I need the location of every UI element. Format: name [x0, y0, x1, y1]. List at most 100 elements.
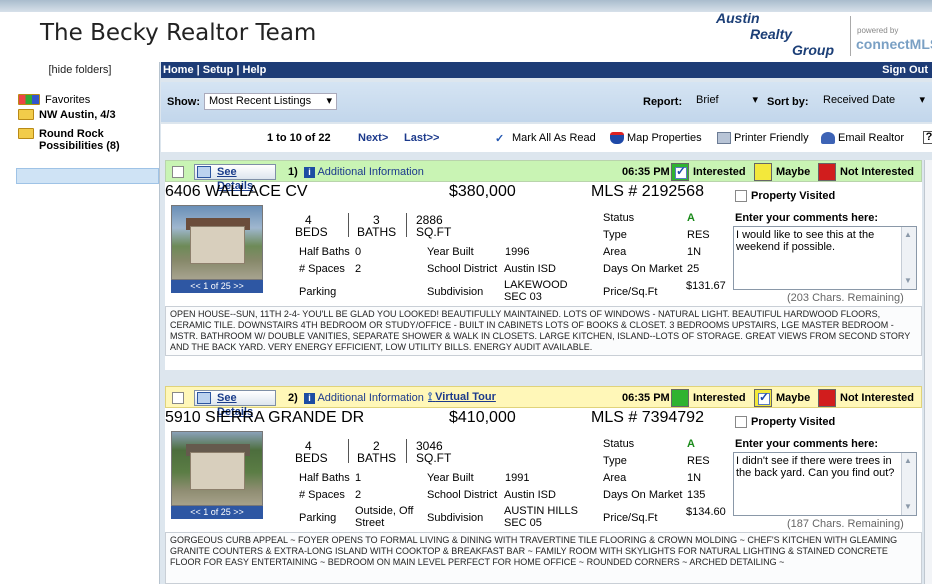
textarea-scrollbar[interactable] [901, 453, 916, 515]
beds-label: BEDS [295, 451, 328, 465]
filter-toolbar: Show: Most Recent Listings ▾ Report: Brie… [161, 82, 932, 122]
property-photo[interactable] [171, 431, 263, 506]
map-properties[interactable]: Map Properties [610, 132, 702, 145]
half-baths-label: Half Baths [299, 472, 350, 484]
page-scrollbar[interactable] [924, 160, 932, 584]
baths-label: BATHS [357, 225, 397, 239]
hide-folders-link[interactable]: [hide folders] [0, 62, 160, 78]
selected-folder-highlight [16, 168, 159, 184]
listing-time: 06:35 PM [622, 166, 670, 178]
sort-label: Sort by: [767, 96, 809, 108]
photo-house [190, 452, 245, 490]
comments-label: Enter your comments here: [735, 438, 879, 450]
brand-title: The Becky Realtor Team [40, 20, 317, 46]
comments-textarea[interactable]: I would like to see this at the weekend … [733, 226, 917, 290]
chevron-down-icon: ▾ [326, 95, 332, 107]
interested-checkbox-icon [671, 389, 689, 407]
folder-favorites[interactable]: Favorites [18, 94, 90, 106]
chevron-down-icon: ▾ [752, 94, 758, 106]
year-built-value: 1991 [505, 472, 530, 484]
connectmls-logo: connectMLS [856, 36, 932, 52]
spaces-value: 2 [355, 489, 362, 501]
pager-bar: 1 to 10 of 22 Next> Last>> ✓ Mark All As … [161, 124, 932, 152]
not-interested-label: Not Interested [840, 166, 914, 178]
sqft-label: SQ.FT [416, 225, 452, 239]
visited-checkbox[interactable] [735, 190, 747, 202]
divider [406, 439, 407, 463]
report-select[interactable]: Brief ▾ [692, 93, 762, 110]
additional-info-link[interactable]: i Additional Information [304, 166, 424, 178]
sign-out-link[interactable]: Sign Out [882, 62, 928, 78]
chars-remaining: (187 Chars. Remaining) [787, 518, 904, 530]
visited-label: Property Visited [751, 190, 836, 202]
checkmark-icon: ✓ [495, 133, 505, 146]
price-per-sqft-value: $134.60 [686, 506, 726, 518]
area-value: 1N [687, 246, 702, 258]
logo-line-3: Group [792, 42, 834, 58]
email-realtor[interactable]: Email Realtor [821, 132, 904, 145]
subdivision-label: Subdivision [427, 512, 484, 524]
spaces-label: # Spaces [299, 263, 345, 275]
info-icon: i [304, 166, 315, 178]
status-value: A [687, 438, 695, 450]
austin-realty-logo: Austin Realty Group [680, 6, 848, 60]
spaces-value: 2 [355, 263, 362, 275]
help-button[interactable]: ? [923, 131, 932, 144]
listing-header: See Details 1) i Additional Information … [165, 160, 922, 192]
days-on-market-label: Days On Market [603, 489, 683, 501]
last-link[interactable]: Last>> [404, 132, 439, 144]
half-baths-value: 0 [355, 246, 362, 258]
photo-pager[interactable]: << 1 of 25 >> [171, 506, 263, 519]
app-header: The Becky Realtor Team Austin Realty Gro… [0, 0, 932, 62]
listing-select-checkbox[interactable] [172, 166, 184, 178]
street-address: 6406 WALLACE CV [165, 183, 308, 200]
school-district-value: Austin ISD [504, 263, 556, 275]
mark-all-read[interactable]: ✓ Mark All As Read [495, 132, 596, 146]
divider [348, 213, 349, 237]
parking-label: Parking [299, 286, 337, 298]
school-district-label: School District [427, 489, 498, 501]
folder-icon [18, 109, 34, 120]
virtual-tour-icon: ⟟ [428, 391, 433, 403]
realtor-icon [821, 132, 835, 145]
visited-checkbox[interactable] [735, 416, 747, 428]
folder-round-rock[interactable]: Round Rock Possibilities (8) [18, 128, 120, 152]
folder-label: Favorites [45, 94, 91, 106]
powered-by: powered by [857, 26, 899, 35]
photo-pager[interactable]: << 1 of 25 >> [171, 280, 263, 293]
folder-icon [18, 128, 34, 139]
listing-card: See Details 1) i Additional Information … [165, 160, 922, 370]
school-district-label: School District [427, 263, 498, 275]
type-label: Type [603, 229, 627, 241]
printer-label: Printer Friendly [734, 132, 809, 144]
list-price: $380,000 [449, 183, 516, 200]
folder-nw-austin[interactable]: NW Austin, 4/3 [18, 109, 116, 121]
listing-description: GORGEOUS CURB APPEAL ~ FOYER OPENS TO FO… [165, 532, 922, 584]
see-details-button[interactable]: See Details [194, 390, 276, 418]
comments-textarea[interactable]: I didn't see if there were trees in the … [733, 452, 917, 516]
area-label: Area [603, 246, 627, 258]
property-photo[interactable] [171, 205, 263, 280]
show-select[interactable]: Most Recent Listings ▾ [204, 93, 337, 110]
textarea-scrollbar[interactable] [901, 227, 916, 289]
next-link[interactable]: Next> [358, 132, 388, 144]
type-label: Type [603, 455, 627, 467]
listing-time: 06:35 PM [622, 392, 670, 404]
listing-select-checkbox[interactable] [172, 392, 184, 404]
virtual-tour-label: Virtual Tour [435, 391, 496, 403]
interested-label: Interested [693, 166, 746, 178]
type-value: RES [687, 229, 710, 241]
divider [348, 439, 349, 463]
see-details-button[interactable]: See Details [194, 164, 276, 192]
sort-select[interactable]: Received Date ▾ [819, 93, 929, 110]
house-icon [197, 166, 211, 178]
nav-links[interactable]: Home | Setup | Help [163, 64, 266, 76]
maybe-label: Maybe [776, 392, 811, 404]
subdivision-label: Subdivision [427, 286, 484, 298]
additional-info-link[interactable]: i Additional Information [304, 392, 424, 404]
listing-card: See Details 2) i Additional Information … [165, 386, 922, 584]
virtual-tour-link[interactable]: ⟟ Virtual Tour [428, 391, 496, 404]
parking-label: Parking [299, 512, 337, 524]
folder-label: Round Rock Possibilities (8) [39, 128, 120, 152]
printer-friendly[interactable]: Printer Friendly [717, 132, 809, 145]
